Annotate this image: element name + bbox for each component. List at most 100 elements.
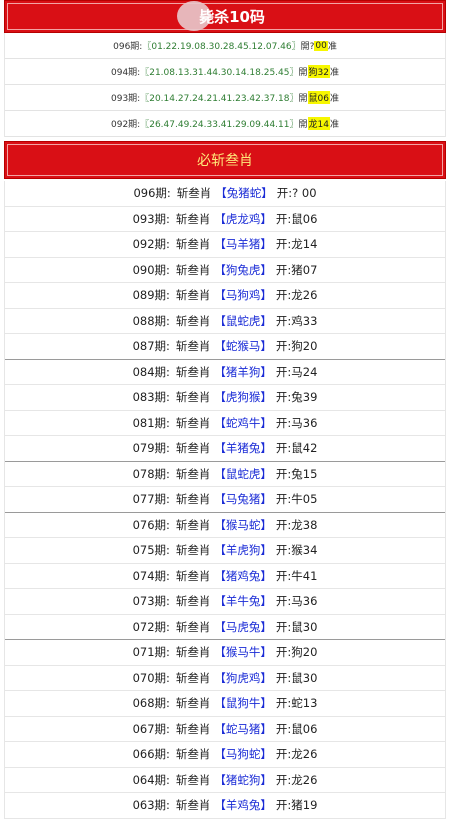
period-text: 088期: [132,313,170,328]
label-text: 斩叁肖 [175,339,211,354]
list-item: 089期: 斩叁肖 【马狗鸡】 开:龙26 [5,283,445,309]
zodiac-text: 【猴马牛】 [214,645,272,660]
kill-ten-banner: 毙杀10码 [4,0,446,33]
list-item: 070期: 斩叁肖 【狗虎鸡】 开:鼠30 [5,666,445,691]
period-text: 076期: [132,517,170,532]
list-item: 075期: 斩叁肖 【羊虎狗】 开:猴34 [5,538,445,564]
label-text: 斩叁肖 [175,721,211,736]
zodiac-text: 【鼠狗牛】 [214,696,272,711]
top-row: 094期: 〖21.08.13.31.44.30.14.18.25.45〗開狗32… [5,59,445,85]
open-result: 开:鸡33 [275,313,318,328]
zodiac-text: 【猴马蛇】 [214,517,272,532]
top-row: 096期: 〖01.22.19.08.30.28.45.12.07.46〗 開? 00… [5,33,445,59]
period-text: 092期: [111,120,141,130]
open-result: 开:龙14 [275,237,318,252]
label-text: 斩叁肖 [175,594,211,609]
open-text: 開? [300,42,315,52]
zodiac-text: 【狗虎鸡】 [214,670,272,685]
number-list: 〖21.08.13.31.44.30.14.18.25.45〗 [140,68,299,78]
number-list: 〖01.22.19.08.30.28.45.12.07.46〗 [142,42,301,52]
open-result: 开:猴34 [275,543,318,558]
zodiac-text: 【虎龙鸡】 [214,211,272,226]
zodiac-text: 【马狗鸡】 [214,288,272,303]
zodiac-text: 【鼠蛇虎】 [214,313,272,328]
label-text: 斩叁肖 [175,568,211,583]
open-result: 开:狗20 [275,645,318,660]
zodiac-text: 【猪蛇狗】 [214,772,272,787]
label-text: 斩叁肖 [175,288,211,303]
list-item: 068期: 斩叁肖 【鼠狗牛】 开:蛇13 [5,691,445,717]
period-text: 067期: [132,721,170,736]
open-result: 开:龙26 [275,288,318,303]
period-text: 075期: [132,543,170,558]
section-title: 必斩叁肖 [197,153,253,169]
open-result: 开:? 00 [276,186,317,201]
period-text: 072期: [132,619,170,634]
tail-text: 准 [329,94,339,104]
label-text: 斩叁肖 [175,390,211,405]
label-text: 斩叁肖 [175,441,211,456]
period-text: 066期: [132,747,170,762]
zodiac-text: 【羊虎狗】 [214,543,272,558]
open-result: 开:兔15 [275,466,318,481]
label-text: 斩叁肖 [175,670,211,685]
top-row: 093期: 〖20.14.27.24.21.41.23.42.37.18〗開鼠06… [5,85,445,111]
zodiac-text: 【猪鸡兔】 [214,568,272,583]
period-text: 093期: [111,94,141,104]
period-text: 092期: [132,237,170,252]
open-result: 开:马24 [275,364,318,379]
list-item: 067期: 斩叁肖 【蛇马猪】 开:鼠06 [5,717,445,742]
tail-text: 准 [329,120,339,130]
zodiac-text: 【马虎兔】 [214,619,272,634]
open-result: 开:马36 [275,594,318,609]
open-text: 開 [298,120,308,130]
period-text: 074期: [132,568,170,583]
tail-text: 准 [329,68,339,78]
list-item: 081期: 斩叁肖 【蛇鸡牛】 开:马36 [5,411,445,436]
list-item: 066期: 斩叁肖 【马狗蛇】 开:龙26 [5,742,445,768]
period-text: 070期: [132,670,170,685]
highlight-result: 00 [314,40,328,51]
open-result: 开:龙38 [275,517,318,532]
tail-text: 准 [327,42,337,52]
period-text: 077期: [132,492,170,507]
open-result: 开:鼠06 [275,211,318,226]
period-text: 093期: [132,211,170,226]
list-item: 096期: 斩叁肖 【兔猪蛇】 开:? 00 [5,181,445,207]
list-item: 083期: 斩叁肖 【虎狗猴】 开:兔39 [5,385,445,411]
label-text: 斩叁肖 [175,466,211,481]
highlight-result: 龙14 [307,117,330,130]
list-item: 071期: 斩叁肖 【猴马牛】 开:狗20 [5,640,445,666]
period-text: 090期: [132,262,170,277]
open-text: 開 [298,68,308,78]
label-text: 斩叁肖 [176,186,212,201]
number-list: 〖20.14.27.24.21.41.23.42.37.18〗 [140,94,299,104]
open-result: 开:狗20 [275,339,318,354]
zodiac-text: 【羊猪兔】 [214,441,272,456]
label-text: 斩叁肖 [175,262,211,277]
list-item: 088期: 斩叁肖 【鼠蛇虎】 开:鸡33 [5,309,445,334]
list-item: 084期: 斩叁肖 【猪羊狗】 开:马24 [5,360,445,385]
open-result: 开:马36 [275,415,318,430]
label-text: 斩叁肖 [175,364,211,379]
page: 毙杀10码 096期: 〖01.22.19.08.30.28.45.12.07.4… [4,0,446,819]
period-text: 068期: [132,696,170,711]
period-text: 094期: [111,68,141,78]
open-result: 开:鼠06 [275,721,318,736]
open-result: 开:龙26 [275,747,318,762]
open-result: 开:牛41 [275,568,318,583]
must-kill-list: 096期: 斩叁肖 【兔猪蛇】 开:? 00 093期: 斩叁肖 【虎龙鸡】 开:鼠06 092… [4,181,446,819]
list-item: 074期: 斩叁肖 【猪鸡兔】 开:牛41 [5,564,445,589]
open-result: 开:兔39 [275,390,318,405]
period-text: 084期: [132,364,170,379]
zodiac-text: 【蛇猴马】 [214,339,272,354]
number-list: 〖26.47.49.24.33.41.29.09.44.11〗 [140,120,299,130]
period-text: 079期: [132,441,170,456]
must-kill-banner: 必斩叁肖 [4,141,446,179]
zodiac-text: 【兔猪蛇】 [215,186,273,201]
label-text: 斩叁肖 [175,415,211,430]
open-result: 开:猪07 [275,262,318,277]
label-text: 斩叁肖 [175,211,211,226]
label-text: 斩叁肖 [175,237,211,252]
list-item: 078期: 斩叁肖 【鼠蛇虎】 开:兔15 [5,462,445,487]
